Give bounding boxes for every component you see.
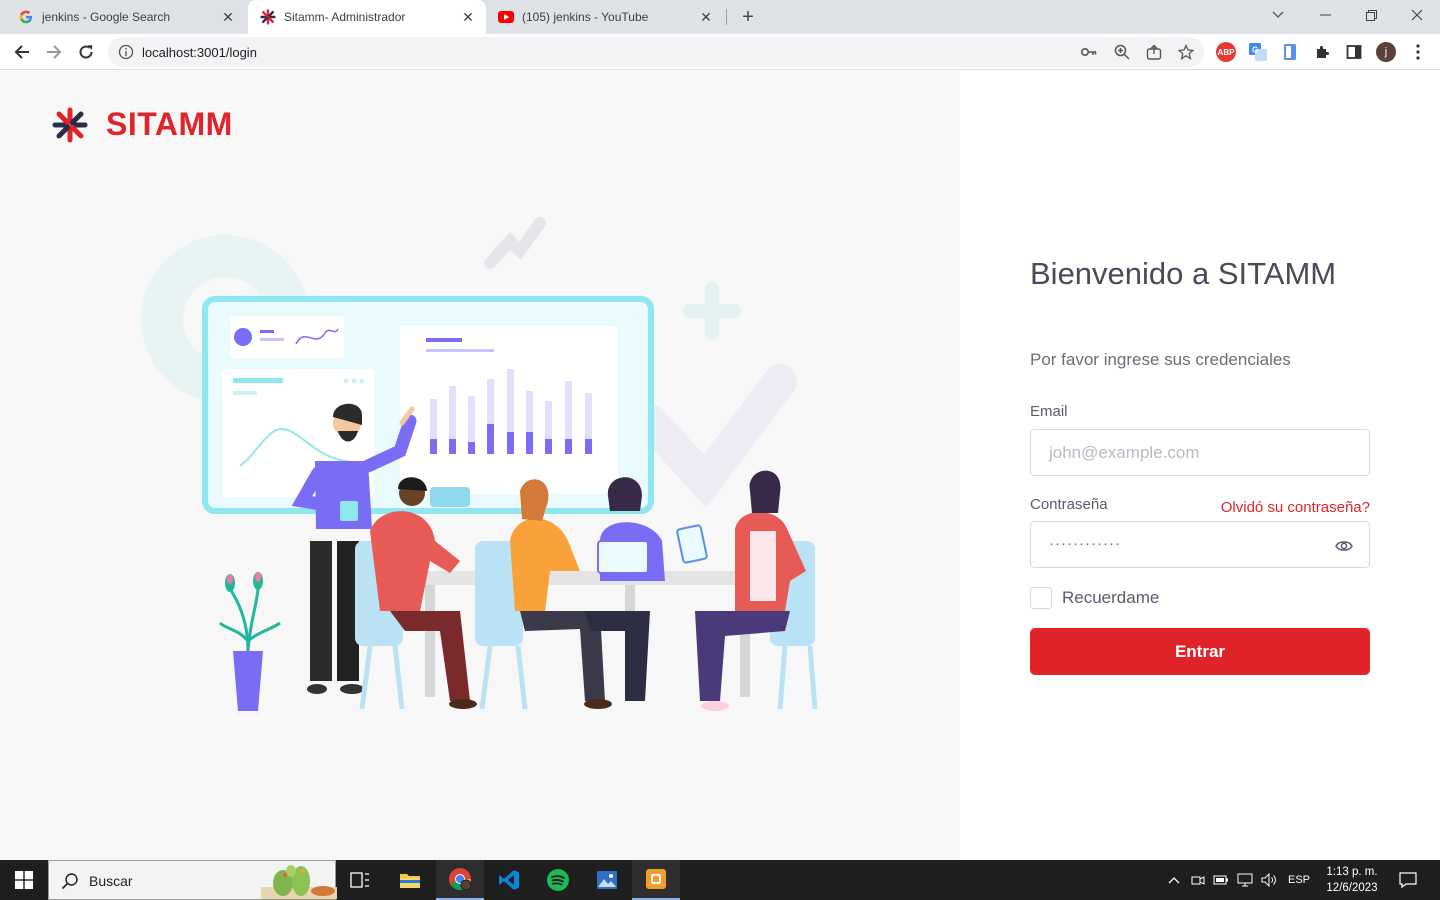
task-view-icon[interactable] xyxy=(336,860,384,900)
brand-name: SITAMM xyxy=(106,106,233,142)
active-app-icon[interactable] xyxy=(632,860,680,900)
side-panel-icon[interactable] xyxy=(1344,42,1364,62)
youtube-icon xyxy=(498,9,514,25)
taskbar-clock[interactable]: 1:13 p. m. 12/6/2023 xyxy=(1316,864,1388,896)
sitamm-favicon xyxy=(260,9,276,25)
close-tab-icon[interactable]: ✕ xyxy=(698,9,714,25)
new-tab-button[interactable]: + xyxy=(736,5,760,29)
password-key-icon[interactable] xyxy=(1080,43,1098,61)
tab-youtube[interactable]: (105) jenkins - YouTube ✕ xyxy=(488,0,724,34)
battery-icon[interactable] xyxy=(1211,860,1231,900)
close-tab-icon[interactable]: ✕ xyxy=(220,9,236,25)
share-icon[interactable] xyxy=(1145,43,1163,61)
address-bar[interactable]: localhost:3001/login xyxy=(108,37,1204,67)
translate-icon[interactable]: G xyxy=(1248,42,1268,62)
back-button[interactable] xyxy=(8,38,36,66)
login-form-panel: Bienvenido a SITAMM Por favor ingrese su… xyxy=(960,71,1440,860)
spotify-icon[interactable] xyxy=(534,860,582,900)
welcome-heading: Bienvenido a SITAMM xyxy=(1030,256,1337,291)
reader-extension-icon[interactable] xyxy=(1280,42,1300,62)
file-explorer-icon[interactable] xyxy=(386,860,434,900)
forgot-password-link[interactable]: Olvidó su contraseña? xyxy=(1221,499,1370,516)
illustration-panel: SITAMM xyxy=(0,71,960,860)
meet-now-icon[interactable] xyxy=(1188,860,1208,900)
password-label: Contraseña xyxy=(1030,496,1108,513)
restore-button[interactable] xyxy=(1348,0,1394,30)
login-subtitle: Por favor ingrese sus credenciales xyxy=(1030,350,1291,369)
url-text[interactable]: localhost:3001/login xyxy=(142,45,257,60)
password-value: ············ xyxy=(1049,535,1121,552)
minimize-button[interactable] xyxy=(1302,0,1348,30)
tab-sitamm[interactable]: Sitamm- Administrador ✕ xyxy=(248,0,486,34)
tab-search-icon[interactable] xyxy=(1255,0,1301,30)
email-placeholder: john@example.com xyxy=(1049,443,1200,462)
notifications-icon[interactable] xyxy=(1395,860,1421,900)
tab-google-search[interactable]: jenkins - Google Search ✕ xyxy=(0,0,246,34)
brand-logo[interactable]: SITAMM xyxy=(52,106,233,143)
tab-title: Sitamm- Administrador xyxy=(284,10,406,24)
windows-start-button[interactable] xyxy=(0,860,48,900)
search-icon xyxy=(61,872,79,890)
tab-title: (105) jenkins - YouTube xyxy=(522,10,649,24)
close-tab-icon[interactable]: ✕ xyxy=(460,9,476,25)
taskbar-search-box[interactable]: Buscar xyxy=(48,860,337,900)
forward-button[interactable] xyxy=(40,38,68,66)
email-label: Email xyxy=(1030,403,1068,420)
zoom-icon[interactable] xyxy=(1113,43,1131,61)
volume-icon[interactable] xyxy=(1259,860,1279,900)
remember-me-label[interactable]: Recuerdame xyxy=(1062,588,1159,608)
clock-time: 1:13 p. m. xyxy=(1326,866,1378,878)
chrome-taskbar-icon[interactable] xyxy=(436,860,484,900)
bookmark-star-icon[interactable] xyxy=(1177,43,1195,61)
clock-date: 12/6/2023 xyxy=(1326,882,1378,894)
vscode-icon[interactable] xyxy=(485,860,533,900)
adblock-plus-icon[interactable]: ABP xyxy=(1216,42,1236,62)
profile-avatar[interactable]: j xyxy=(1376,42,1396,62)
photos-icon[interactable] xyxy=(583,860,631,900)
site-info-icon[interactable] xyxy=(118,44,134,60)
team-meeting-illustration xyxy=(141,217,818,711)
browser-toolbar: localhost:3001/login ABP G j xyxy=(0,34,1440,70)
reload-button[interactable] xyxy=(72,38,100,66)
show-hidden-icons-chevron[interactable] xyxy=(1164,860,1184,900)
tab-title: jenkins - Google Search xyxy=(42,10,171,24)
tab-divider xyxy=(726,9,727,25)
windows-taskbar: Buscar ESP 1:13 p. m. 12/6/2023 xyxy=(0,860,1440,900)
login-page: SITAMM Bienvenido a SITAMM Por favor ing… xyxy=(0,71,1440,860)
search-placeholder: Buscar xyxy=(89,873,133,889)
input-language[interactable]: ESP xyxy=(1284,860,1314,900)
browser-tab-strip: jenkins - Google Search ✕ Sitamm- Admini… xyxy=(0,0,1440,34)
password-field[interactable]: ············ xyxy=(1030,521,1370,568)
close-window-button[interactable] xyxy=(1394,0,1440,30)
menu-kebab-icon[interactable] xyxy=(1408,42,1428,62)
show-password-eye-icon[interactable] xyxy=(1335,537,1353,555)
extensions-puzzle-icon[interactable] xyxy=(1312,42,1332,62)
remember-me-checkbox[interactable] xyxy=(1030,587,1052,609)
svg-text:G: G xyxy=(1252,46,1258,55)
login-submit-button[interactable]: Entrar xyxy=(1030,628,1370,675)
email-field[interactable]: john@example.com xyxy=(1030,429,1370,476)
sitamm-logo-icon xyxy=(52,107,88,142)
google-icon xyxy=(18,9,34,25)
search-highlight-cactus-icon xyxy=(261,865,337,899)
network-icon[interactable] xyxy=(1235,860,1255,900)
